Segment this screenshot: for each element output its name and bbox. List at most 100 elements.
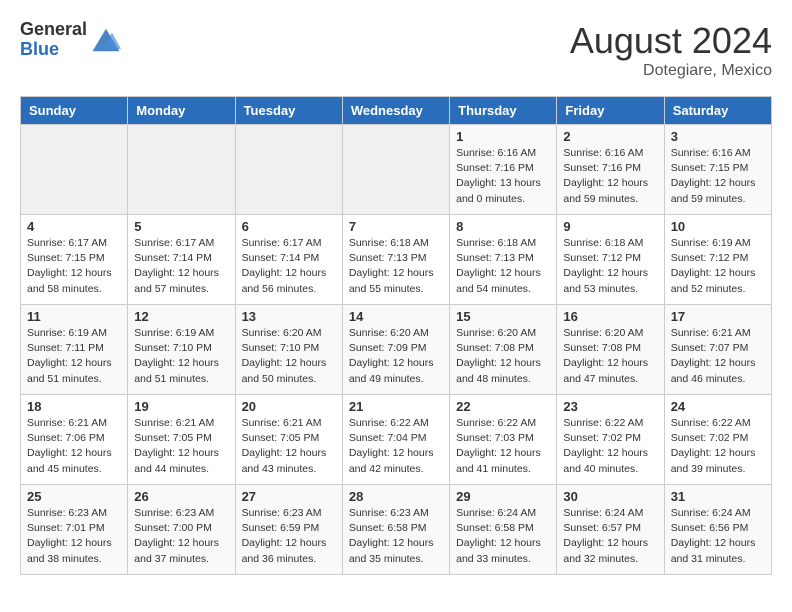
day-info: Sunrise: 6:20 AM Sunset: 7:09 PM Dayligh… [349,326,443,387]
calendar-day-cell [128,125,235,215]
day-number: 1 [456,129,550,144]
calendar-header-friday: Friday [557,97,664,125]
calendar-header-row: SundayMondayTuesdayWednesdayThursdayFrid… [21,97,772,125]
day-number: 20 [242,399,336,414]
day-info: Sunrise: 6:17 AM Sunset: 7:15 PM Dayligh… [27,236,121,297]
day-info: Sunrise: 6:19 AM Sunset: 7:11 PM Dayligh… [27,326,121,387]
day-info: Sunrise: 6:24 AM Sunset: 6:56 PM Dayligh… [671,506,765,567]
title-area: August 2024 Dotegiare, Mexico [570,20,772,80]
day-number: 18 [27,399,121,414]
calendar-day-cell: 30 Sunrise: 6:24 AM Sunset: 6:57 PM Dayli… [557,485,664,575]
calendar-day-cell: 17 Sunrise: 6:21 AM Sunset: 7:07 PM Dayli… [664,305,771,395]
calendar-header-thursday: Thursday [450,97,557,125]
day-info: Sunrise: 6:23 AM Sunset: 6:58 PM Dayligh… [349,506,443,567]
calendar-day-cell: 9 Sunrise: 6:18 AM Sunset: 7:12 PM Daylig… [557,215,664,305]
calendar-day-cell: 19 Sunrise: 6:21 AM Sunset: 7:05 PM Dayli… [128,395,235,485]
month-title: August 2024 [570,20,772,62]
calendar-week-row: 4 Sunrise: 6:17 AM Sunset: 7:15 PM Daylig… [21,215,772,305]
day-info: Sunrise: 6:18 AM Sunset: 7:12 PM Dayligh… [563,236,657,297]
day-number: 22 [456,399,550,414]
calendar-day-cell: 13Sunrise: 6:20 AM Sunset: 7:10 PM Dayli… [235,305,342,395]
calendar-day-cell: 20 Sunrise: 6:21 AM Sunset: 7:05 PM Dayli… [235,395,342,485]
day-info: Sunrise: 6:17 AM Sunset: 7:14 PM Dayligh… [242,236,336,297]
day-number: 31 [671,489,765,504]
day-number: 27 [242,489,336,504]
day-number: 28 [349,489,443,504]
calendar-day-cell: 22 Sunrise: 6:22 AM Sunset: 7:03 PM Dayli… [450,395,557,485]
day-number: 7 [349,219,443,234]
day-number: 9 [563,219,657,234]
day-number: 19 [134,399,228,414]
calendar-day-cell: 24 Sunrise: 6:22 AM Sunset: 7:02 PM Dayli… [664,395,771,485]
calendar-day-cell: 15 Sunrise: 6:20 AM Sunset: 7:08 PM Dayli… [450,305,557,395]
day-number: 12 [134,309,228,324]
day-number: 6 [242,219,336,234]
day-info: Sunrise: 6:21 AM Sunset: 7:05 PM Dayligh… [242,416,336,477]
day-info: Sunrise: 6:24 AM Sunset: 6:57 PM Dayligh… [563,506,657,567]
day-number: 2 [563,129,657,144]
calendar-day-cell [235,125,342,215]
day-info: Sunrise: 6:23 AM Sunset: 7:00 PM Dayligh… [134,506,228,567]
day-number: 15 [456,309,550,324]
day-info: Sunrise: 6:21 AM Sunset: 7:07 PM Dayligh… [671,326,765,387]
day-info: Sunrise: 6:17 AM Sunset: 7:14 PM Dayligh… [134,236,228,297]
day-info: Sunrise: 6:24 AM Sunset: 6:58 PM Dayligh… [456,506,550,567]
logo: General Blue [20,20,121,60]
day-info: Sunrise: 6:20 AM Sunset: 7:08 PM Dayligh… [563,326,657,387]
calendar-day-cell: 7 Sunrise: 6:18 AM Sunset: 7:13 PM Daylig… [342,215,449,305]
day-info: Sunrise: 6:20 AM Sunset: 7:08 PM Dayligh… [456,326,550,387]
calendar-day-cell: 26 Sunrise: 6:23 AM Sunset: 7:00 PM Dayli… [128,485,235,575]
calendar-day-cell: 23Sunrise: 6:22 AM Sunset: 7:02 PM Dayli… [557,395,664,485]
calendar-day-cell: 29 Sunrise: 6:24 AM Sunset: 6:58 PM Dayli… [450,485,557,575]
day-number: 29 [456,489,550,504]
day-number: 11 [27,309,121,324]
day-number: 10 [671,219,765,234]
logo-general: General [20,20,87,40]
day-info: Sunrise: 6:16 AM Sunset: 7:16 PM Dayligh… [456,146,550,207]
calendar-day-cell: 6 Sunrise: 6:17 AM Sunset: 7:14 PM Daylig… [235,215,342,305]
day-info: Sunrise: 6:23 AM Sunset: 6:59 PM Dayligh… [242,506,336,567]
day-number: 30 [563,489,657,504]
calendar-day-cell [21,125,128,215]
page-header: General Blue August 2024 Dotegiare, Mexi… [20,20,772,80]
calendar-header-monday: Monday [128,97,235,125]
calendar-week-row: 18Sunrise: 6:21 AM Sunset: 7:06 PM Dayli… [21,395,772,485]
calendar-day-cell: 1 Sunrise: 6:16 AM Sunset: 7:16 PM Daylig… [450,125,557,215]
calendar-day-cell: 31 Sunrise: 6:24 AM Sunset: 6:56 PM Dayli… [664,485,771,575]
calendar-header-sunday: Sunday [21,97,128,125]
calendar-day-cell: 2Sunrise: 6:16 AM Sunset: 7:16 PM Daylig… [557,125,664,215]
calendar-day-cell: 28 Sunrise: 6:23 AM Sunset: 6:58 PM Dayli… [342,485,449,575]
day-info: Sunrise: 6:19 AM Sunset: 7:10 PM Dayligh… [134,326,228,387]
day-number: 4 [27,219,121,234]
day-info: Sunrise: 6:22 AM Sunset: 7:02 PM Dayligh… [671,416,765,477]
day-info: Sunrise: 6:22 AM Sunset: 7:04 PM Dayligh… [349,416,443,477]
calendar-day-cell: 3Sunrise: 6:16 AM Sunset: 7:15 PM Daylig… [664,125,771,215]
calendar-week-row: 1 Sunrise: 6:16 AM Sunset: 7:16 PM Daylig… [21,125,772,215]
day-info: Sunrise: 6:19 AM Sunset: 7:12 PM Dayligh… [671,236,765,297]
day-number: 26 [134,489,228,504]
day-info: Sunrise: 6:22 AM Sunset: 7:03 PM Dayligh… [456,416,550,477]
day-info: Sunrise: 6:22 AM Sunset: 7:02 PM Dayligh… [563,416,657,477]
day-number: 24 [671,399,765,414]
calendar-day-cell: 12 Sunrise: 6:19 AM Sunset: 7:10 PM Dayli… [128,305,235,395]
calendar-week-row: 25 Sunrise: 6:23 AM Sunset: 7:01 PM Dayli… [21,485,772,575]
calendar-day-cell: 10 Sunrise: 6:19 AM Sunset: 7:12 PM Dayli… [664,215,771,305]
calendar-day-cell: 5Sunrise: 6:17 AM Sunset: 7:14 PM Daylig… [128,215,235,305]
calendar-header-tuesday: Tuesday [235,97,342,125]
day-info: Sunrise: 6:23 AM Sunset: 7:01 PM Dayligh… [27,506,121,567]
calendar-header-wednesday: Wednesday [342,97,449,125]
calendar-table: SundayMondayTuesdayWednesdayThursdayFrid… [20,96,772,575]
day-number: 21 [349,399,443,414]
logo-icon [91,25,121,55]
calendar-day-cell [342,125,449,215]
day-info: Sunrise: 6:21 AM Sunset: 7:05 PM Dayligh… [134,416,228,477]
day-info: Sunrise: 6:18 AM Sunset: 7:13 PM Dayligh… [349,236,443,297]
day-number: 3 [671,129,765,144]
location: Dotegiare, Mexico [570,62,772,80]
day-number: 17 [671,309,765,324]
calendar-day-cell: 8Sunrise: 6:18 AM Sunset: 7:13 PM Daylig… [450,215,557,305]
calendar-day-cell: 25 Sunrise: 6:23 AM Sunset: 7:01 PM Dayli… [21,485,128,575]
day-number: 25 [27,489,121,504]
day-info: Sunrise: 6:18 AM Sunset: 7:13 PM Dayligh… [456,236,550,297]
day-number: 13 [242,309,336,324]
